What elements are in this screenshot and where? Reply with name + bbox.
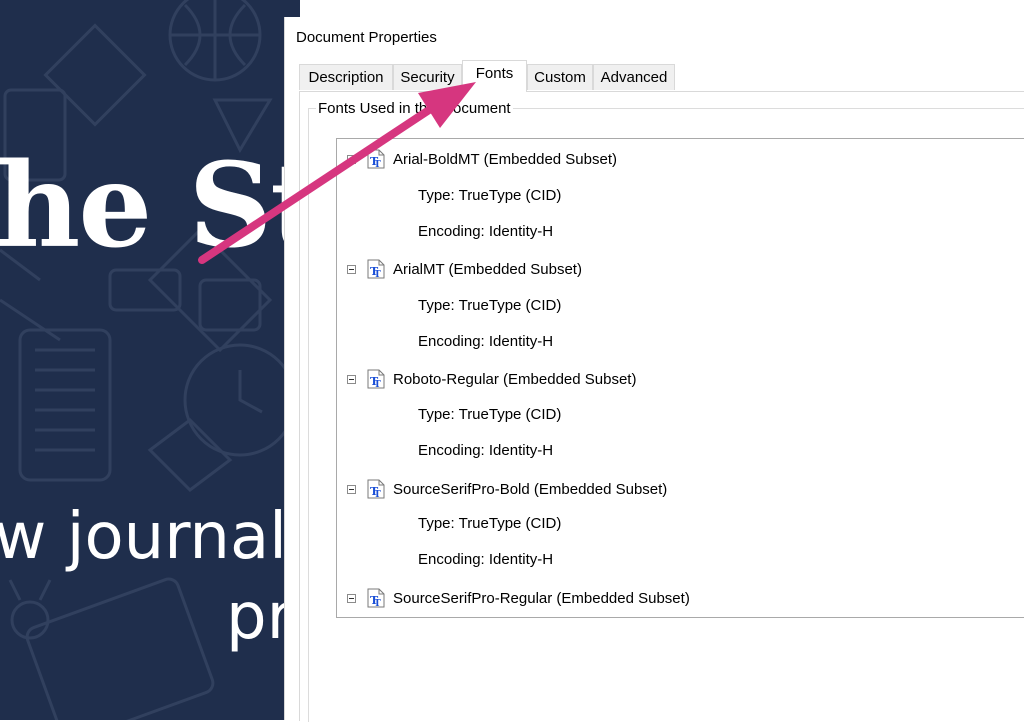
tab-fonts[interactable]: Fonts	[462, 60, 527, 92]
background-document: he St w journali pr	[0, 0, 300, 720]
truetype-font-icon: T T	[367, 479, 385, 499]
background-subheadline: w journali	[0, 500, 300, 574]
collapse-icon[interactable]	[347, 155, 356, 164]
font-type: Type: TrueType (CID)	[418, 515, 562, 532]
background-headline: he St	[0, 138, 300, 274]
font-name: SourceSerifPro-Bold (Embedded Subset)	[393, 481, 668, 498]
fonts-tree: T T Arial-BoldMT (Embedded Subset) Type:…	[336, 138, 1024, 618]
svg-text:T: T	[374, 490, 381, 499]
font-encoding: Encoding: Identity-H	[418, 333, 554, 350]
truetype-font-icon: T T	[367, 259, 385, 279]
fonts-groupbox-label: Fonts Used in this Document	[316, 100, 513, 117]
font-name: Arial-BoldMT (Embedded Subset)	[393, 151, 617, 168]
dialog-title: Document Properties	[296, 29, 437, 46]
svg-text:T: T	[374, 160, 381, 169]
font-name: ArialMT (Embedded Subset)	[393, 261, 582, 278]
collapse-icon[interactable]	[347, 594, 356, 603]
tab-custom[interactable]: Custom	[527, 64, 593, 90]
font-type: Type: TrueType (CID)	[418, 406, 562, 423]
font-type: Type: TrueType (CID)	[418, 297, 562, 314]
font-name: Roboto-Regular (Embedded Subset)	[393, 371, 637, 388]
font-encoding: Encoding: Identity-H	[418, 223, 554, 240]
truetype-font-icon: T T	[367, 149, 385, 169]
tab-security[interactable]: Security	[393, 64, 462, 90]
font-name: SourceSerifPro-Regular (Embedded Subset)	[393, 590, 690, 607]
collapse-icon[interactable]	[347, 265, 356, 274]
tab-advanced[interactable]: Advanced	[593, 64, 675, 90]
truetype-font-icon: T T	[367, 588, 385, 608]
svg-text:T: T	[374, 380, 381, 389]
collapse-icon[interactable]	[347, 375, 356, 384]
truetype-font-icon: T T	[367, 369, 385, 389]
font-encoding: Encoding: Identity-H	[418, 551, 554, 568]
background-subheadline-continued: pr	[226, 580, 293, 654]
collapse-icon[interactable]	[347, 485, 356, 494]
tab-description[interactable]: Description	[299, 64, 393, 90]
svg-text:T: T	[374, 270, 381, 279]
svg-text:T: T	[374, 599, 381, 608]
font-encoding: Encoding: Identity-H	[418, 442, 554, 459]
font-type: Type: TrueType (CID)	[418, 187, 562, 204]
